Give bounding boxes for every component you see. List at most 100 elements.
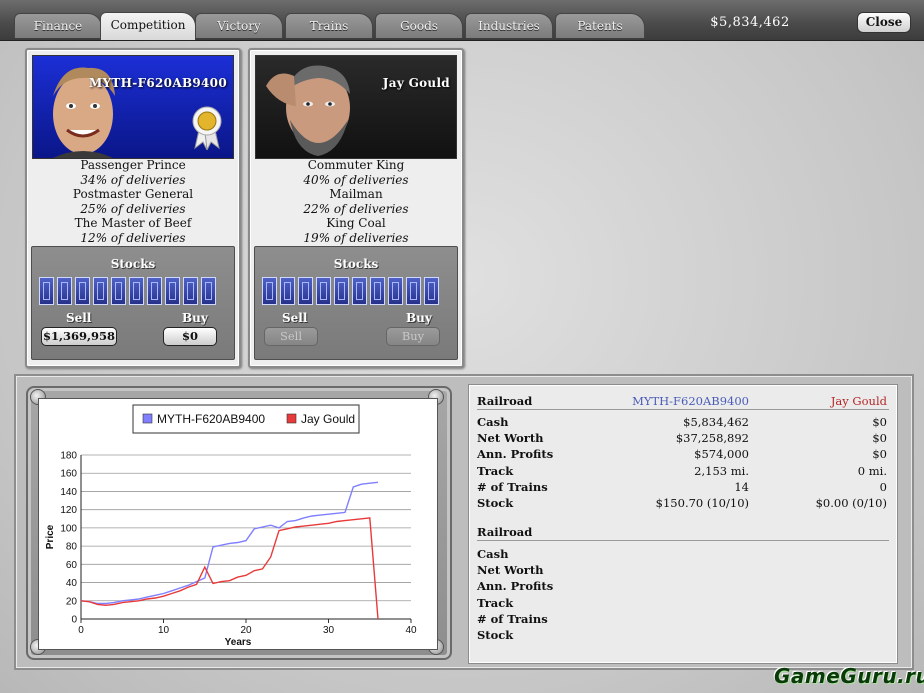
stats-header-row-2: Railroad <box>477 524 889 541</box>
stock-certificates-2 <box>262 277 452 305</box>
tab-victory[interactable]: Victory <box>195 13 283 38</box>
player-portrait-2: Jay Gould <box>255 55 457 159</box>
player-titles-1: Passenger Prince 34% of deliveries Postm… <box>27 158 239 246</box>
tycoon-portrait-bearded-icon <box>256 56 456 158</box>
stock-certificate-icon <box>334 277 349 305</box>
title-name: Mailman <box>329 187 383 202</box>
player-titles-2: Commuter King 40% of deliveries Mailman … <box>250 158 462 246</box>
x-tick-label: 10 <box>158 625 170 636</box>
stats-row-label: Track <box>477 464 514 478</box>
stats-row: Ann. Profits <box>477 578 889 594</box>
stats-row-value-1: $150.70 (10/10) <box>655 496 749 510</box>
y-tick-label: 100 <box>60 523 77 534</box>
buy-stock-button-1[interactable]: $0 <box>163 327 217 346</box>
stock-certificate-icon <box>183 277 198 305</box>
railroad-stats-table: Railroad MYTH-F620AB9400 Jay Gould Cash … <box>468 384 898 664</box>
stats-row: Ann. Profits $574,000 $0 <box>477 446 889 462</box>
stock-certificate-icon <box>165 277 180 305</box>
x-tick-label: 20 <box>240 625 252 636</box>
stats-row-label: Track <box>477 596 514 610</box>
stats-row-value-2: 0 mi. <box>857 464 887 478</box>
y-tick-label: 80 <box>66 542 78 553</box>
sell-label: Sell <box>66 311 92 325</box>
tab-goods[interactable]: Goods <box>375 13 463 38</box>
stocks-label: Stocks <box>333 257 379 271</box>
title-share: 34% of deliveries <box>80 172 186 187</box>
stats-row-value-1: 2,153 mi. <box>694 464 749 478</box>
stocks-label: Stocks <box>110 257 156 271</box>
stats-row: Track <box>477 595 889 611</box>
y-tick-label: 160 <box>60 469 77 480</box>
stats-row-label: Cash <box>477 415 509 429</box>
legend-swatch <box>142 413 153 424</box>
stats-row: Track 2,153 mi. 0 mi. <box>477 463 889 479</box>
stats-header-label: Railroad <box>477 394 533 408</box>
stock-price-chart-svg: MYTH-F620AB9400 Jay Gould0204060801001201… <box>45 404 417 648</box>
y-tick-label: 20 <box>66 596 78 607</box>
buy-stock-button-2[interactable]: Buy <box>386 327 440 346</box>
player-name-2: Jay Gould <box>382 76 450 90</box>
stats-header-label: Railroad <box>477 525 533 539</box>
stock-certificate-icon <box>57 277 72 305</box>
close-button[interactable]: Close <box>857 12 911 33</box>
stocks-panel-1: Stocks Sell Buy $1,369,958 $0 <box>31 246 235 360</box>
stats-row: Net Worth $37,258,892 $0 <box>477 430 889 446</box>
stats-row-label: Ann. Profits <box>477 579 554 593</box>
stocks-panel-2: Stocks Sell Buy Sell Buy <box>254 246 458 360</box>
tab-trains[interactable]: Trains <box>285 13 373 38</box>
stock-certificate-icon <box>111 277 126 305</box>
stats-row-value-2: 0 <box>879 480 887 494</box>
stats-header-row: Railroad MYTH-F620AB9400 Jay Gould <box>477 393 889 410</box>
top-tab-bar: Finance Competition Victory Trains Goods… <box>0 0 924 41</box>
stats-row-value-2: $0 <box>872 415 887 429</box>
series-line-myth <box>80 481 379 605</box>
stats-row: # of Trains <box>477 611 889 627</box>
title-name: Postmaster General <box>72 187 194 202</box>
stats-row-label: Stock <box>477 628 514 642</box>
y-tick-label: 120 <box>60 505 77 516</box>
stats-row-label: Stock <box>477 496 514 510</box>
x-tick-label: 0 <box>78 625 84 636</box>
stats-row-value-2: $0 <box>872 447 887 461</box>
stats-row: Cash $5,834,462 $0 <box>477 414 889 430</box>
buy-label: Buy <box>406 311 432 325</box>
title-name: The Master of Beef <box>74 216 192 231</box>
cash-readout: $5,834,462 <box>710 15 790 30</box>
stats-row-label: Cash <box>477 547 509 561</box>
stats-row-value-1: 14 <box>734 480 749 494</box>
stock-certificates-1 <box>39 277 229 305</box>
player-card-1: MYTH-F620AB9400 Passenger Prince 34% of … <box>25 48 241 368</box>
stats-row: Net Worth <box>477 562 889 578</box>
y-axis-title: Price <box>45 524 56 549</box>
player-name-1: MYTH-F620AB9400 <box>88 76 227 90</box>
title-share: 40% of deliveries <box>303 172 409 187</box>
sell-stock-button-1[interactable]: $1,369,958 <box>41 327 117 346</box>
title-share: 25% of deliveries <box>80 201 186 216</box>
tab-patents[interactable]: Patents <box>555 13 645 38</box>
y-tick-label: 40 <box>66 578 78 589</box>
gold-medal-icon <box>192 106 222 150</box>
stats-row-label: # of Trains <box>477 480 548 494</box>
legend-swatch <box>286 413 297 424</box>
stock-price-chart: MYTH-F620AB9400 Jay Gould 0 20 40 60 80 100 120 1… <box>38 398 438 650</box>
stats-header-player-1: MYTH-F620AB9400 <box>632 394 749 408</box>
stock-certificate-icon <box>93 277 108 305</box>
stock-certificate-icon <box>298 277 313 305</box>
tab-competition[interactable]: Competition <box>100 12 196 40</box>
title-share: 12% of deliveries <box>80 230 186 245</box>
tab-finance[interactable]: Finance <box>14 13 102 38</box>
stock-certificate-icon <box>424 277 439 305</box>
stock-certificate-icon <box>75 277 90 305</box>
stock-certificate-icon <box>147 277 162 305</box>
stats-header-player-2: Jay Gould <box>830 394 887 408</box>
stats-row-value-1: $574,000 <box>694 447 749 461</box>
player-card-2: Jay Gould Commuter King 40% of deliverie… <box>248 48 464 368</box>
y-tick-label: 60 <box>66 560 78 571</box>
y-tick-label: 180 <box>60 451 77 462</box>
stats-row: Stock <box>477 627 889 643</box>
title-share: 19% of deliveries <box>303 230 409 245</box>
stats-row: Stock $150.70 (10/10) $0.00 (0/10) <box>477 495 889 511</box>
tab-industries[interactable]: Industries <box>465 13 553 38</box>
sell-stock-button-2[interactable]: Sell <box>264 327 318 346</box>
stats-row: # of Trains 14 0 <box>477 479 889 495</box>
